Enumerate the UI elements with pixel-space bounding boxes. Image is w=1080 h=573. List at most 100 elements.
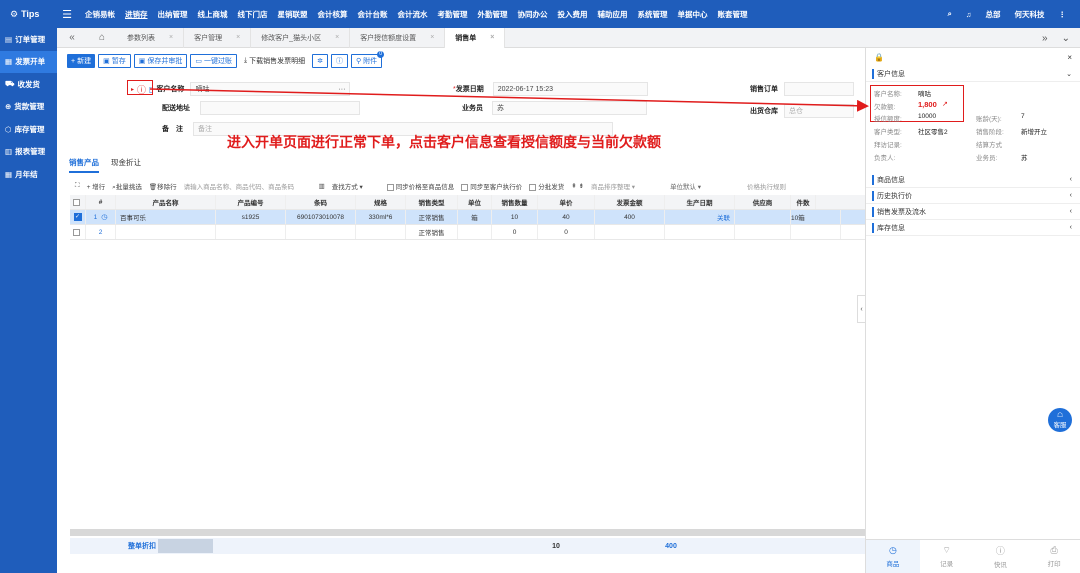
clock-icon[interactable]: ◷	[101, 213, 107, 221]
sidebar-item[interactable]: ▦ 月年结	[0, 163, 57, 186]
user-name[interactable]: 总部	[986, 9, 1001, 20]
batch-select-button[interactable]: ⌕批量挑选	[112, 181, 142, 192]
panel-tab-clock[interactable]: ◷ 商品	[866, 540, 920, 573]
section-product-info[interactable]: 商品信息 ‹	[866, 172, 1080, 188]
tab-item[interactable]: 参数列表 ×	[117, 27, 185, 48]
close-icon[interactable]: ×	[236, 34, 240, 41]
top-nav-item[interactable]: 企销易帐	[80, 9, 120, 20]
search-icon[interactable]: ⌕	[948, 9, 952, 19]
top-nav-item[interactable]: 账套管理	[713, 9, 753, 20]
split-ship-checkbox[interactable]: 分批发货	[529, 181, 564, 191]
home-icon[interactable]: ⌂	[87, 32, 117, 43]
customer-input[interactable]: 嘀咕 ···	[190, 82, 351, 96]
close-icon[interactable]: ×	[490, 34, 494, 41]
menu-toggle-icon[interactable]: ☰	[60, 8, 74, 21]
top-nav-item[interactable]: 会计流水	[393, 9, 433, 20]
warehouse-input[interactable]: 总仓	[784, 104, 854, 118]
save-audit-button[interactable]: ▣ 保存并审批	[133, 54, 188, 68]
sidebar-item[interactable]: ⛟ 收发货	[0, 73, 57, 96]
invoice-date-input[interactable]: 2022-06-17 15:23	[492, 82, 648, 96]
top-nav-item[interactable]: 会计核算	[313, 9, 353, 20]
top-nav-item[interactable]: 出纳管理	[153, 9, 193, 20]
find-mode-select[interactable]: 查找方式 ▾	[332, 181, 380, 191]
section-sales-flow[interactable]: 销售发票及流水 ‹	[866, 204, 1080, 220]
sort-select[interactable]: 商品排序整理 ▾	[591, 181, 663, 191]
close-icon[interactable]: ×	[430, 34, 434, 41]
top-nav-item[interactable]: 协同办公	[513, 9, 553, 20]
top-nav-item[interactable]: 线下门店	[233, 9, 273, 20]
sidebar-item[interactable]: ▥ 报表管理	[0, 141, 57, 164]
tab-item[interactable]: 客户管理 ×	[184, 27, 252, 48]
top-nav-item[interactable]: 单据中心	[673, 9, 713, 20]
section-stock-info[interactable]: 库存信息 ‹	[866, 220, 1080, 236]
row-checkbox[interactable]	[70, 225, 86, 239]
close-icon[interactable]: ×	[1067, 53, 1072, 62]
sidebar-item[interactable]: ⊕ 货款管理	[0, 96, 57, 119]
app-logo[interactable]: ⚙ Tips	[0, 9, 60, 20]
top-nav-item[interactable]: 辅助应用	[593, 9, 633, 20]
sidebar-item[interactable]: ▦ 发票开单	[0, 50, 57, 73]
tab-back-icon[interactable]: «	[57, 32, 87, 43]
save-draft-button[interactable]: ▣ 暂存	[98, 54, 131, 68]
tab-item[interactable]: 修改客户_猫头小区 ×	[251, 27, 351, 48]
top-nav-item[interactable]: 会计台账	[353, 9, 393, 20]
sales-order-input[interactable]	[784, 82, 854, 96]
tab-sales-products[interactable]: 销售产品	[69, 157, 99, 173]
attachment-button[interactable]: ⚲ 附件 0	[350, 51, 385, 68]
download-button[interactable]: ⤓ 下载销售发票明细	[239, 54, 310, 68]
sidebar-item[interactable]: ▤ 订单管理	[0, 28, 57, 51]
row-checkbox[interactable]: ✓	[70, 210, 86, 224]
sort-icon[interactable]: ⇞ ⇟	[571, 182, 584, 190]
sidebar-item[interactable]: ⬡ 库存管理	[0, 118, 57, 141]
customer-service-button[interactable]: ☖ 客服	[1048, 408, 1072, 432]
top-nav-item[interactable]: 星销联盟	[273, 9, 313, 20]
post-button[interactable]: ▭ 一键过账	[190, 54, 237, 68]
section-customer-info[interactable]: 客户信息 ⌄	[866, 66, 1080, 82]
sync-customer-checkbox[interactable]: 同步至客户执行价	[461, 181, 522, 191]
top-nav-item[interactable]: 投入费用	[553, 9, 593, 20]
lock-icon[interactable]: 🔒	[874, 53, 884, 62]
panel-tab-info[interactable]: ⓘ 快讯	[974, 540, 1028, 573]
expand-icon[interactable]: ⛶	[75, 182, 80, 190]
close-icon[interactable]: ×	[169, 34, 173, 41]
top-nav-item[interactable]: 外勤管理	[473, 9, 513, 20]
top-nav-item[interactable]: 线上商城	[193, 9, 233, 20]
info-button[interactable]: ⓘ	[330, 54, 348, 68]
panel-tab-print[interactable]: ⎙ 打印	[1027, 540, 1080, 573]
sync-product-checkbox[interactable]: 同步价格至商品信息	[386, 181, 454, 191]
chevron-down-icon[interactable]: ⌄	[1062, 33, 1070, 44]
table-row[interactable]: ✓ 1 ◷ 百事可乐 s1925 6901073010078 330ml*6 正常销售箱 10 4…	[70, 210, 866, 225]
delivery-input[interactable]	[200, 101, 360, 115]
section-history-price[interactable]: 历史执行价 ‹	[866, 188, 1080, 204]
grid-horizontal-scrollbar[interactable]	[70, 529, 866, 536]
company-name[interactable]: 何天科技	[1015, 9, 1045, 20]
header-select[interactable]	[70, 195, 86, 209]
top-nav-item[interactable]: 考勤管理	[433, 9, 473, 20]
salesman-select[interactable]: 苏	[492, 101, 647, 115]
barcode-icon[interactable]: ▥	[319, 182, 325, 190]
delete-row-button[interactable]: 🗑移除行	[149, 181, 177, 191]
discount-input[interactable]	[158, 539, 213, 553]
panel-tab-record[interactable]: ⌔ 记录	[920, 540, 974, 573]
bell-icon[interactable]: ♫	[966, 10, 972, 19]
add-row-button[interactable]: + 增行	[87, 181, 106, 191]
settings-button[interactable]: ✲	[312, 54, 328, 68]
product-search-input[interactable]: 请输入商品名称、商品代码、商品条码	[184, 181, 312, 191]
top-nav-item[interactable]: 进销存	[120, 9, 153, 20]
table-row[interactable]: 2 正常销售 0 0	[70, 225, 866, 240]
tab-item[interactable]: 客户授信额度设置 ×	[350, 27, 446, 48]
more-icon[interactable]: ···	[338, 86, 345, 93]
more-icon[interactable]: ⋮	[1059, 10, 1067, 19]
info-icon: ⓘ	[995, 546, 1005, 556]
new-button[interactable]: + 新建	[67, 54, 96, 68]
top-nav-item[interactable]: 系统管理	[633, 9, 673, 20]
cell-date-link[interactable]: 关联	[665, 210, 735, 224]
close-icon[interactable]: ×	[335, 34, 339, 41]
tab-item[interactable]: 销售单 ×	[445, 27, 506, 48]
unit-select[interactable]: 单位默认 ▾	[670, 181, 740, 191]
tab-cash-discount[interactable]: 现金折让	[111, 157, 141, 173]
external-link-icon[interactable]: ↗	[942, 100, 948, 108]
tab-forward-icon[interactable]: »	[1042, 33, 1048, 44]
price-rule-select[interactable]: 价格执行规则	[747, 181, 786, 191]
cell-date-link[interactable]	[665, 225, 735, 239]
